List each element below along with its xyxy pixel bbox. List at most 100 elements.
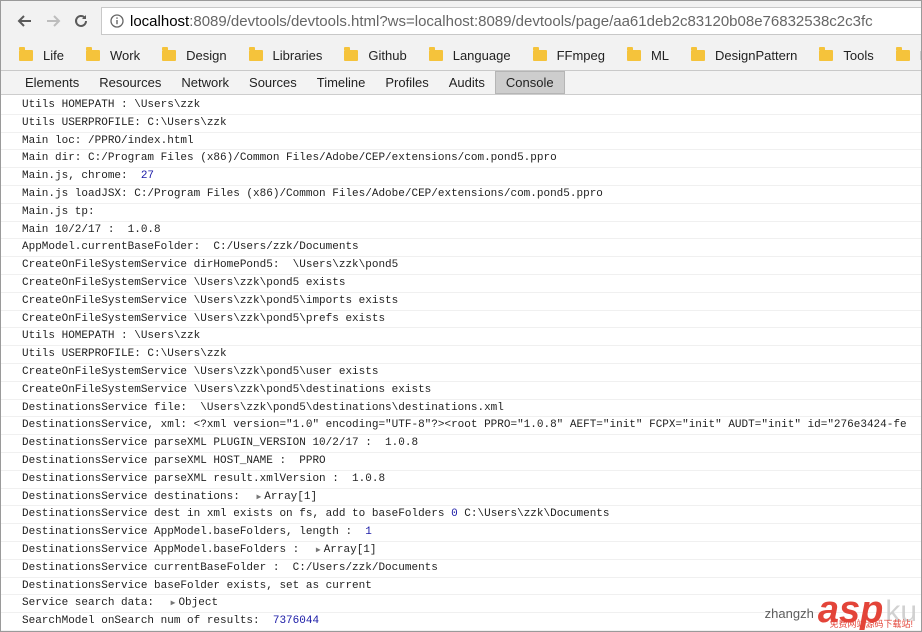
bookmark-label: Work: [109, 48, 141, 63]
bookmark-folder-libraries[interactable]: Libraries: [248, 47, 323, 63]
expand-triangle-icon[interactable]: ▶: [316, 546, 321, 555]
console-message-text: SearchModel onSearch num of results:: [22, 615, 273, 628]
browser-toolbar: localhost:8089/devtools/devtools.html?ws…: [1, 1, 921, 41]
console-message-text: Main dir: C:/Program Files (x86)/Common …: [22, 152, 557, 165]
bookmark-folder-designpattern[interactable]: DesignPattern: [691, 47, 798, 63]
tab-sources[interactable]: Sources: [239, 71, 307, 94]
console-message: DestinationsService destinations: ▶ Array…: [1, 489, 921, 507]
console-message-text: Utils USERPROFILE: C:\Users\zzk: [22, 116, 227, 129]
console-message-tail: C:\Users\zzk\Documents: [457, 508, 610, 521]
console-message: DestinationsService dest in xml exists o…: [1, 506, 921, 525]
console-message: Utils HOMEPATH : \Users\zzk: [1, 97, 921, 115]
tab-console[interactable]: Console: [494, 71, 565, 94]
tab-network[interactable]: Network: [171, 71, 239, 94]
folder-icon: [428, 47, 443, 61]
console-message: DestinationsService AppModel.baseFolders…: [1, 542, 921, 560]
bookmark-folder-design[interactable]: Design: [162, 47, 227, 63]
bookmark-label: ML: [650, 48, 670, 63]
console-number: 0: [451, 508, 458, 521]
console-message-text: CreateOnFileSystemService \Users\zzk\pon…: [22, 276, 346, 289]
bookmark-folder-language[interactable]: Language: [428, 47, 511, 63]
console-message-text: DestinationsService parseXML HOST_NAME :…: [22, 454, 326, 467]
bookmark-folder-github[interactable]: Github: [344, 47, 407, 63]
console-message-text: Main loc: /PPRO/index.html: [22, 134, 194, 147]
back-button[interactable]: [11, 7, 39, 35]
folder-icon: [691, 47, 706, 61]
console-message-text: DestinationsService AppModel.baseFolders…: [22, 526, 366, 539]
watermark-subtitle: 免费网站源码下载站!: [829, 619, 913, 629]
bookmark-label: Design: [186, 48, 227, 63]
tab-resources[interactable]: Resources: [89, 71, 171, 94]
bookmark-label: Language: [452, 48, 511, 63]
tab-elements[interactable]: Elements: [15, 71, 89, 94]
console-object[interactable]: Object: [178, 597, 218, 609]
reload-icon: [75, 14, 87, 27]
folder-icon: [162, 47, 177, 61]
forward-button[interactable]: [39, 7, 67, 35]
console-number: 27: [140, 170, 155, 183]
address-bar[interactable]: localhost:8089/devtools/devtools.html?ws…: [101, 7, 921, 35]
console-message: Main.js, chrome: 27: [1, 168, 921, 186]
url-host: localhost: [130, 12, 190, 30]
console-message-text: Utils USERPROFILE: C:\Users\zzk: [22, 348, 227, 361]
console-message-text: DestinationsService parseXML PLUGIN_VERS…: [22, 437, 419, 450]
expand-triangle-icon[interactable]: ▶: [256, 493, 261, 502]
console-message: CreateOnFileSystemService \Users\zzk\pon…: [1, 275, 921, 293]
bookmark-label: Math: [920, 48, 921, 63]
console-message: DestinationsService parseXML PLUGIN_VERS…: [1, 435, 921, 453]
bookmark-folder-work[interactable]: Work: [85, 47, 141, 63]
console-message: CreateOnFileSystemService \Users\zzk\pon…: [1, 382, 921, 400]
tab-profiles[interactable]: Profiles: [375, 71, 438, 94]
folder-icon: [626, 47, 641, 61]
console-message-text: DestinationsService file: \Users\zzk\pon…: [22, 401, 504, 414]
bookmark-label: DesignPattern: [715, 48, 798, 63]
bookmark-folder-life[interactable]: Life: [19, 47, 64, 63]
console-object[interactable]: Array[1]: [264, 491, 317, 503]
console-message-text: DestinationsService dest in xml exists o…: [22, 508, 452, 521]
console-message: Main.js loadJSX: C:/Program Files (x86)/…: [1, 186, 921, 204]
info-icon: [110, 14, 124, 28]
tab-timeline[interactable]: Timeline: [307, 71, 376, 94]
console-message-text: DestinationsService currentBaseFolder : …: [22, 561, 438, 574]
console-message-text: CreateOnFileSystemService \Users\zzk\pon…: [22, 365, 379, 378]
console-message: CreateOnFileSystemService \Users\zzk\pon…: [1, 311, 921, 329]
folder-icon: [819, 47, 834, 61]
browser-window: localhost:8089/devtools/devtools.html?ws…: [0, 0, 922, 632]
console-message-text: CreateOnFileSystemService \Users\zzk\pon…: [22, 383, 432, 396]
console-message: Main.js tp:: [1, 204, 921, 222]
tab-audits[interactable]: Audits: [439, 71, 495, 94]
console-message-text: Main.js tp:: [22, 205, 95, 218]
console-message: DestinationsService parseXML result.xmlV…: [1, 471, 921, 489]
back-arrow-icon: [17, 15, 31, 27]
console-message-text: DestinationsService, xml: <?xml version=…: [22, 419, 907, 432]
devtools-tab-bar: Elements Resources Network Sources Timeline P…: [1, 71, 921, 95]
folder-icon: [344, 47, 359, 61]
console-message: DestinationsService currentBaseFolder : …: [1, 560, 921, 578]
bookmark-label: Github: [368, 48, 407, 63]
url-rest: :8089/devtools/devtools.html?ws=localhos…: [189, 12, 873, 30]
bookmark-folder-ffmpeg[interactable]: FFmpeg: [532, 47, 605, 63]
console-message: CreateOnFileSystemService \Users\zzk\pon…: [1, 364, 921, 382]
bookmark-folder-ml[interactable]: ML: [626, 47, 670, 63]
console-message: DestinationsService, xml: <?xml version=…: [1, 417, 921, 436]
console-message-text: DestinationsService parseXML result.xmlV…: [22, 472, 386, 485]
bookmark-folder-tools[interactable]: Tools: [819, 47, 874, 63]
console-message-text: Main.js, chrome:: [22, 170, 141, 183]
expand-triangle-icon[interactable]: ▶: [171, 599, 176, 608]
bookmark-label: Libraries: [272, 48, 323, 63]
console-message: DestinationsService parseXML HOST_NAME :…: [1, 453, 921, 471]
console-message: Main 10/2/17 : 1.0.8: [1, 222, 921, 240]
console-message-text: Main.js loadJSX: C:/Program Files (x86)/…: [22, 187, 603, 200]
reload-button[interactable]: [67, 7, 95, 35]
url-text: localhost:8089/devtools/devtools.html?ws…: [130, 13, 873, 30]
console-message-text: DestinationsService destinations:: [22, 490, 247, 503]
folder-icon: [85, 47, 100, 61]
bookmark-folder-math[interactable]: Math: [895, 47, 921, 63]
console-object[interactable]: Array[1]: [324, 544, 377, 556]
console-message-text: DestinationsService baseFolder exists, s…: [22, 579, 372, 592]
console-message: DestinationsService file: \Users\zzk\pon…: [1, 400, 921, 418]
console-message-text: CreateOnFileSystemService \Users\zzk\pon…: [22, 312, 386, 325]
bookmark-label: Life: [43, 48, 64, 63]
console-message: CreateOnFileSystemService dirHomePond5: …: [1, 257, 921, 275]
console-message-text: Utils HOMEPATH : \Users\zzk: [22, 330, 201, 343]
